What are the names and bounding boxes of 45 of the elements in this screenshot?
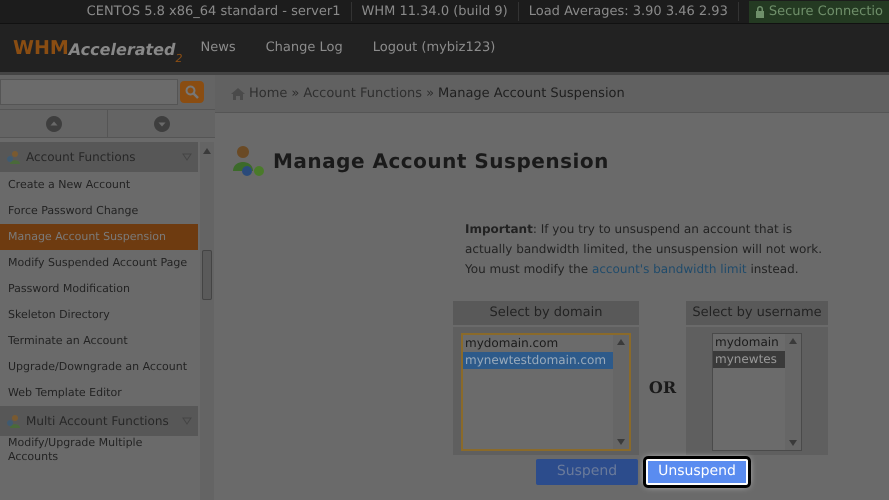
select-option[interactable]: mynewtestdomain.com	[463, 352, 613, 368]
status-text: WHM 11.34.0 (build 9)	[352, 2, 519, 22]
sidebar-item[interactable]: Force Password Change	[0, 198, 198, 224]
sidebar-item[interactable]: Manage Account Suspension	[0, 224, 198, 250]
search-icon	[185, 85, 199, 99]
sidebar-item[interactable]: Terminate an Account	[0, 328, 198, 354]
status-text: CENTOS 5.8 x86_64 standard - server1	[76, 2, 352, 22]
users-icon	[6, 150, 22, 164]
scroll-up-icon[interactable]	[617, 338, 625, 344]
sidebar-item[interactable]: Create a New Account	[0, 172, 198, 198]
bandwidth-limit-link[interactable]: account's bandwidth limit	[592, 262, 747, 276]
search-button[interactable]	[180, 81, 204, 103]
nav-link[interactable]: Logout (mybiz123)	[372, 38, 496, 58]
lock-icon	[754, 5, 765, 18]
page-title: Manage Account Suspension	[273, 148, 609, 175]
scroll-up-icon[interactable]	[203, 148, 211, 154]
nav-link[interactable]: News	[200, 38, 236, 58]
sidebar-item[interactable]: Modify Suspended Account Page	[0, 250, 198, 276]
breadcrumb-separator: »	[426, 84, 434, 103]
scroll-down-icon[interactable]	[617, 438, 625, 444]
breadcrumb-current: Manage Account Suspension	[438, 84, 625, 103]
user-suspend-icon	[233, 145, 267, 177]
status-text: Load Averages: 3.90 3.46 2.93	[518, 2, 739, 22]
select-header: Select by domain	[453, 301, 639, 324]
select-header: Select by username	[686, 301, 828, 324]
select-option[interactable]: mydomain	[713, 334, 785, 350]
sidebar-item[interactable]: Skeleton Directory	[0, 302, 198, 328]
users-icon	[6, 414, 22, 428]
sidebar-item[interactable]: Modify/Upgrade Multiple Accounts	[0, 436, 198, 464]
select-list[interactable]: mydomain mynewtes	[712, 332, 802, 450]
sidebar-item[interactable]: Password Modification	[0, 276, 198, 302]
select-list[interactable]: mydomain.com mynewtestdomain.com	[461, 332, 631, 450]
secure-badge: Secure Connectio	[748, 0, 889, 22]
or-label: OR	[648, 376, 678, 399]
select-option[interactable]: mynewtes	[713, 350, 785, 368]
scrollbar-thumb[interactable]	[202, 250, 212, 300]
select-option[interactable]: mydomain.com	[463, 334, 613, 352]
scroll-down-icon[interactable]	[789, 440, 797, 446]
notice-text: Important: If you try to unsuspend an account that is actually bandwidth limited, the unsuspension will not work. You must modify the account's bandwidth limit instead.	[465, 221, 824, 278]
sidebar-item[interactable]: Web Template Editor	[0, 380, 198, 406]
breadcrumb-separator: »	[291, 84, 300, 103]
suspend-button[interactable]: Suspend	[536, 458, 638, 484]
nav-link[interactable]: Change Log	[266, 38, 343, 58]
scroll-up-icon[interactable]	[789, 338, 797, 344]
sidebar-item[interactable]: Upgrade/Downgrade an Account	[0, 354, 198, 380]
